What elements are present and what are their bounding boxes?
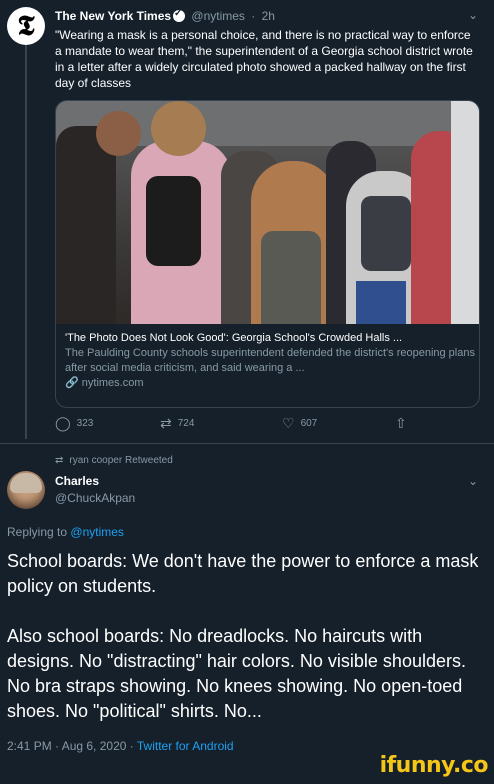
reply-button[interactable]: ◯ 323 bbox=[55, 415, 93, 432]
quoted-tweet[interactable]: 𝕿 The New York Times @nytimes · 2h ⌄ "We… bbox=[0, 0, 494, 443]
chevron-down-icon[interactable]: ⌄ bbox=[468, 8, 478, 22]
nyt-avatar[interactable]: 𝕿 bbox=[7, 7, 45, 45]
tweet-actions: ◯ 323 ⇄ 724 ♡ 607 ⇧ bbox=[55, 415, 475, 439]
author-name[interactable]: The New York Times bbox=[55, 9, 171, 23]
link-icon: 🔗 bbox=[65, 377, 79, 389]
ifunny-watermark: ifunny.co bbox=[379, 753, 489, 778]
main-tweet-text: School boards: We don't have the power t… bbox=[7, 549, 485, 724]
link-card-domain-row: 🔗 nytimes.com bbox=[65, 376, 475, 391]
like-count: 607 bbox=[300, 418, 318, 429]
charles-avatar[interactable] bbox=[7, 471, 45, 509]
reply-icon: ◯ bbox=[55, 415, 71, 431]
share-icon: ⇧ bbox=[395, 415, 407, 431]
thread-line bbox=[25, 44, 27, 439]
tweet-paragraph: Also school boards: No dreadlocks. No ha… bbox=[7, 626, 466, 721]
author-handle[interactable]: @nytimes bbox=[191, 9, 245, 23]
replying-to: Replying to @nytimes bbox=[7, 525, 124, 539]
author-handle[interactable]: @ChuckAkpan bbox=[55, 491, 135, 505]
tweet-paragraph: School boards: We don't have the power t… bbox=[7, 551, 479, 596]
retweet-button[interactable]: ⇄ 724 bbox=[160, 415, 194, 432]
retweet-context: ⇄ ryan cooper Retweeted bbox=[55, 455, 173, 466]
heart-icon: ♡ bbox=[282, 415, 295, 431]
hallway-photo bbox=[56, 101, 479, 324]
separator: · bbox=[251, 9, 256, 23]
like-button[interactable]: ♡ 607 bbox=[282, 415, 317, 432]
verified-badge-icon bbox=[173, 8, 186, 22]
tweet-timestamp[interactable]: 2:41 PM · Aug 6, 2020 · bbox=[7, 739, 134, 753]
link-card[interactable]: 'The Photo Does Not Look Good': Georgia … bbox=[55, 100, 480, 408]
replying-prefix: Replying to bbox=[7, 525, 68, 539]
link-card-title: 'The Photo Does Not Look Good': Georgia … bbox=[65, 332, 403, 344]
author-name[interactable]: Charles bbox=[55, 474, 99, 488]
link-card-description: The Paulding County schools superintende… bbox=[65, 347, 475, 374]
tweet-time[interactable]: 2h bbox=[262, 9, 275, 23]
nyt-logo-glyph: 𝕿 bbox=[17, 9, 35, 42]
reply-count: 323 bbox=[76, 418, 94, 429]
tweet-divider bbox=[0, 443, 494, 444]
retweet-icon: ⇄ bbox=[160, 415, 172, 431]
retweet-context-text[interactable]: ryan cooper Retweeted bbox=[69, 455, 172, 466]
tweet-text: "Wearing a mask is a personal choice, an… bbox=[55, 28, 473, 90]
link-card-domain: nytimes.com bbox=[81, 377, 144, 389]
replying-handle-link[interactable]: @nytimes bbox=[70, 525, 124, 539]
retweet-icon: ⇄ bbox=[55, 455, 64, 466]
chevron-down-icon[interactable]: ⌄ bbox=[468, 474, 478, 488]
tweet-header: The New York Times @nytimes · 2h bbox=[55, 8, 275, 23]
avatar-hair bbox=[10, 473, 42, 493]
tweet-meta: 2:41 PM · Aug 6, 2020 · Twitter for Andr… bbox=[7, 739, 234, 753]
share-button[interactable]: ⇧ bbox=[395, 415, 407, 432]
retweet-count: 724 bbox=[177, 418, 195, 429]
tweet-source-link[interactable]: Twitter for Android bbox=[137, 739, 234, 753]
